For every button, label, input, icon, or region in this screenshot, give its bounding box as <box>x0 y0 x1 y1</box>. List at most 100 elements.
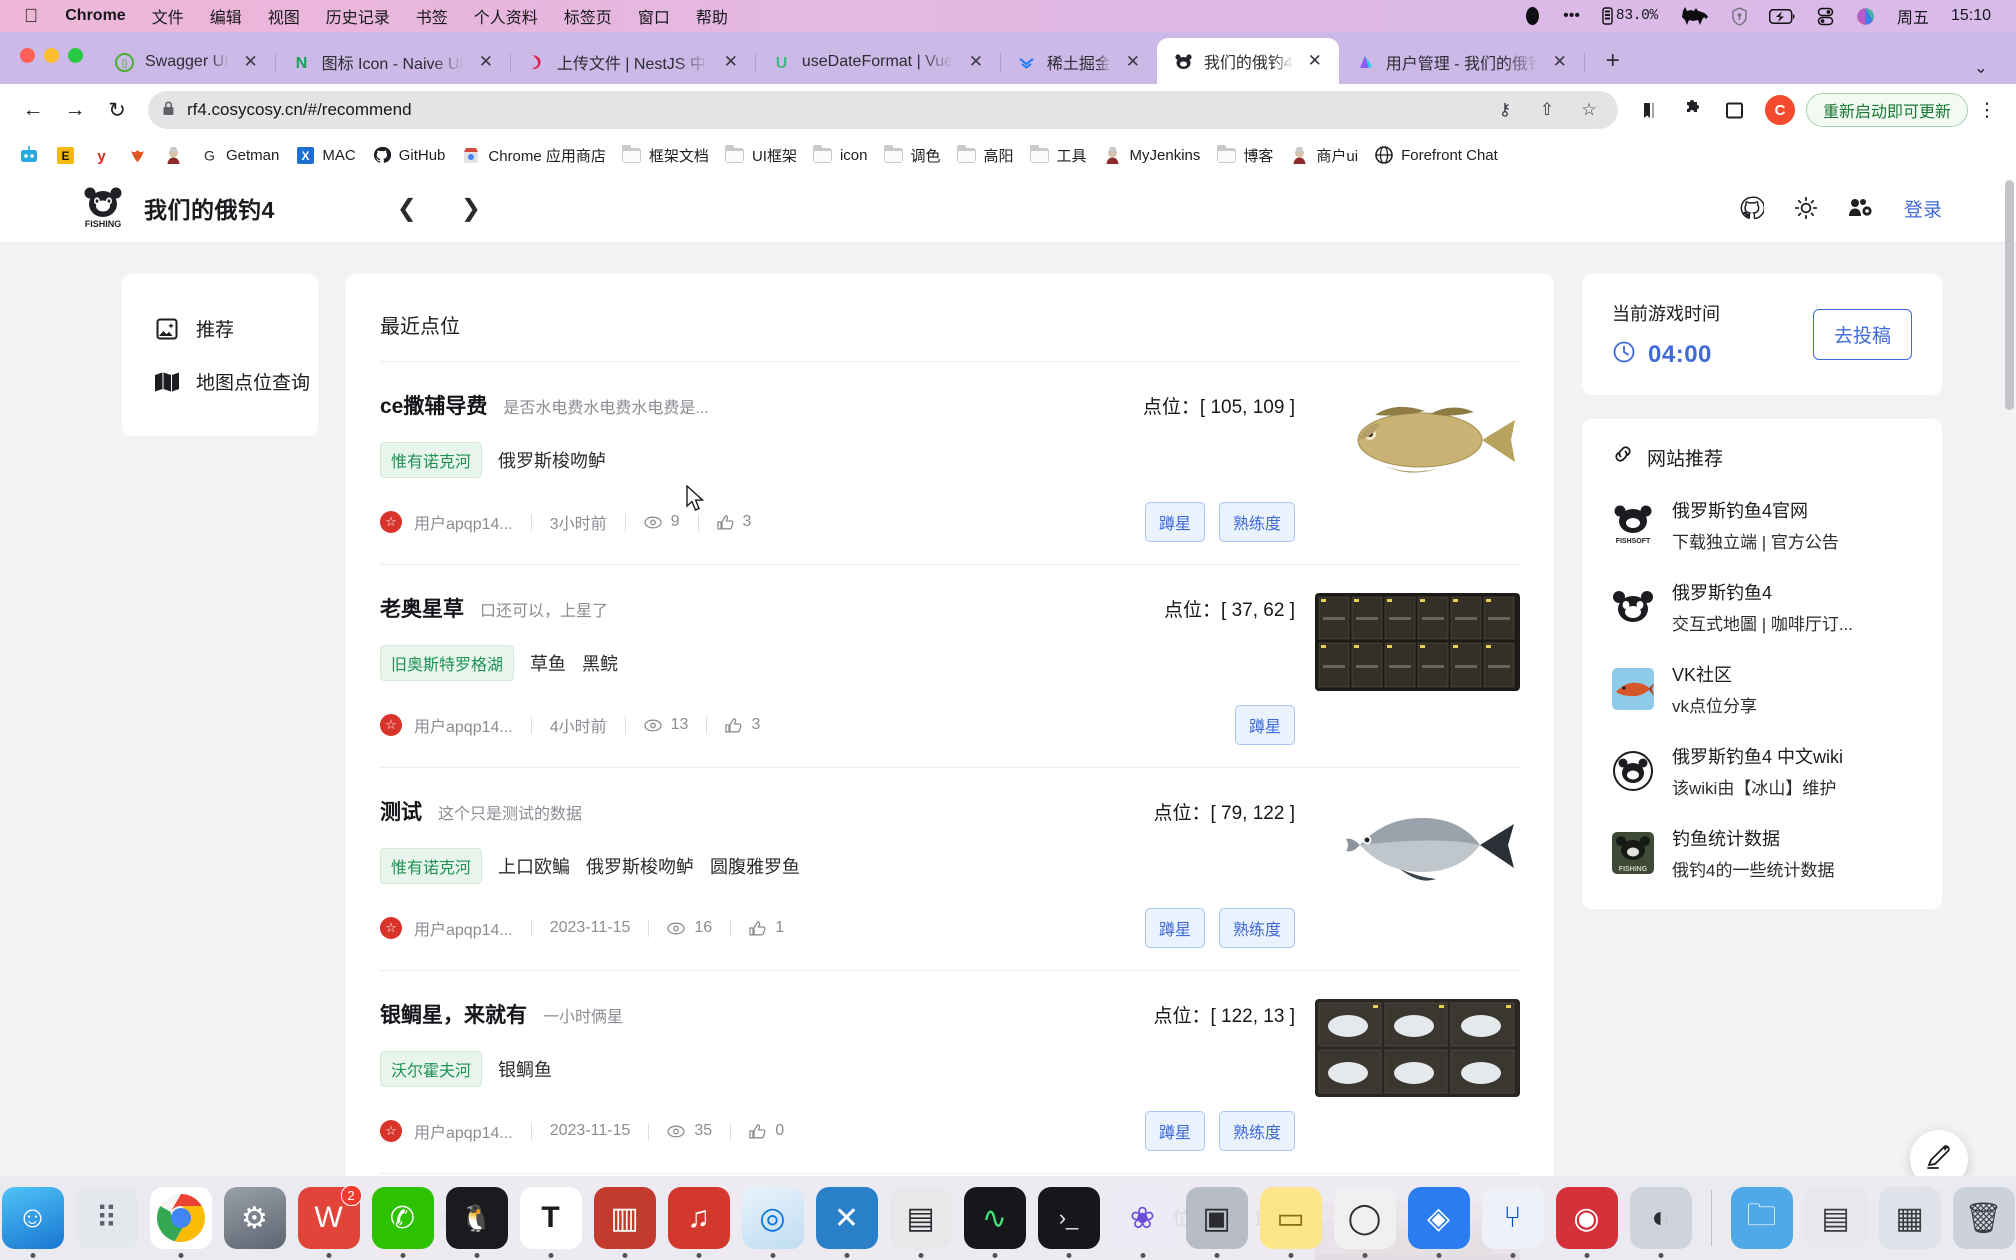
qq-icon[interactable]: 🐧 <box>445 1187 508 1258</box>
vscode-icon[interactable]: ✕ <box>815 1187 878 1258</box>
location-chip[interactable]: 沃尔霍夫河 <box>380 1051 483 1087</box>
proficiency-button[interactable]: 熟练度 <box>1218 908 1295 948</box>
notes-icon[interactable]: ▭ <box>1259 1187 1322 1258</box>
bookmark-folder-icon[interactable]: icon <box>806 141 875 169</box>
entry-title[interactable]: 测试 <box>380 796 422 826</box>
close-tab-button[interactable]: ✕ <box>719 50 743 74</box>
github-icon[interactable] <box>1740 196 1764 220</box>
tab-swagger-ui[interactable]: {} Swagger UI ✕ <box>98 40 276 84</box>
menu-bookmarks[interactable]: 书签 <box>403 4 461 28</box>
menu-file[interactable]: 文件 <box>139 4 197 28</box>
bookmark-folder-tools[interactable]: 工具 <box>1023 141 1094 170</box>
bookmark-e[interactable]: E <box>48 141 82 169</box>
new-tab-button[interactable]: + <box>1592 40 1634 82</box>
menu-tabs[interactable]: 标签页 <box>551 4 625 28</box>
tab-usedateformat-vueuse[interactable]: U useDateFormat | VueUse ✕ <box>755 40 1001 84</box>
close-tab-button[interactable]: ✕ <box>1548 50 1572 74</box>
wps-icon[interactable]: W2 <box>297 1185 362 1258</box>
menu-app-name[interactable]: Chrome <box>52 7 138 25</box>
siri-icon[interactable] <box>1845 7 1886 26</box>
entry-thumbnail[interactable] <box>1315 999 1520 1097</box>
split-view-icon[interactable] <box>1716 91 1754 129</box>
key-icon[interactable]: ⚷ <box>1490 100 1520 120</box>
cat-icon[interactable] <box>1669 6 1721 26</box>
puzzle-icon[interactable] <box>1674 91 1712 129</box>
panda-fishing-logo[interactable]: FISHING <box>82 186 124 230</box>
chevron-right-icon[interactable]: ❯ <box>461 194 481 223</box>
reading-list-icon[interactable] <box>1632 91 1670 129</box>
share-icon[interactable]: ⇧ <box>1532 100 1562 120</box>
close-tab-button[interactable]: ✕ <box>964 50 988 74</box>
bookmark-folder-frameworks[interactable]: 框架文档 <box>615 141 716 170</box>
entry-title[interactable]: ce撒辅导费 <box>380 390 487 420</box>
address-bar[interactable]: rf4.cosycosy.cn/#/recommend ⚷ ⇧ ☆ <box>148 91 1618 129</box>
location-chip[interactable]: 惟有诺克河 <box>380 442 483 478</box>
chevron-left-icon[interactable]: ❮ <box>397 194 417 223</box>
update-button[interactable]: 重新启动即可更新 <box>1805 93 1968 127</box>
proficiency-button[interactable]: 熟练度 <box>1218 1111 1295 1151</box>
menu-profile[interactable]: 个人资料 <box>461 4 551 28</box>
bookmark-jenkins1[interactable] <box>156 141 190 169</box>
launchpad-icon[interactable]: ⠿ <box>75 1187 138 1249</box>
close-window-button[interactable] <box>20 48 35 63</box>
control-center-icon[interactable] <box>1806 7 1845 26</box>
menu-history[interactable]: 历史记录 <box>313 4 403 28</box>
back-arrow-icon[interactable]: ← <box>14 91 52 129</box>
entry-title[interactable]: 老奥星草 <box>380 593 464 623</box>
clashx-icon[interactable]: ◯ <box>1333 1187 1396 1258</box>
menubar-clock[interactable]: 15:10 <box>1940 7 2002 25</box>
login-link[interactable]: 登录 <box>1904 195 1942 222</box>
safari-icon[interactable]: ◎ <box>741 1187 804 1258</box>
bookmark-folder-gaoyang[interactable]: 高阳 <box>950 141 1021 170</box>
preview-icon[interactable]: ◐ <box>1629 1187 1692 1258</box>
list-item[interactable]: 银鲷星，来就有 一小时俩星 点位：[ 122, 13 ] 沃尔霍夫河 银鲷鱼 ☆… <box>380 970 1520 1173</box>
location-chip[interactable]: 旧奥斯特罗格湖 <box>380 645 515 681</box>
bookmark-folder-palette[interactable]: 调色 <box>876 141 947 170</box>
bookmark-getman[interactable]: G Getman <box>192 141 286 169</box>
sun-icon[interactable] <box>1794 196 1818 220</box>
bookmark-folder-ui[interactable]: UI框架 <box>718 141 804 170</box>
files-icon[interactable]: 🗀 <box>1730 1187 1793 1249</box>
list-item[interactable]: 测试 这个只是测试的数据 点位：[ 79, 122 ] 惟有诺克河 上口欧鳊 俄… <box>380 767 1520 970</box>
entry-thumbnail[interactable] <box>1315 593 1520 691</box>
squat-star-button[interactable]: 蹲星 <box>1144 1111 1205 1151</box>
trash-icon[interactable]: 🗑 <box>1952 1187 2015 1249</box>
close-tab-button[interactable]: ✕ <box>1121 50 1145 74</box>
bookmark-firefox[interactable] <box>120 141 154 169</box>
entry-username[interactable]: 用户apqp14... <box>414 1119 513 1143</box>
menubar-day[interactable]: 周五 <box>1886 4 1940 28</box>
shield-icon[interactable] <box>1721 6 1758 26</box>
navicat-icon[interactable]: ▥ <box>593 1187 656 1258</box>
todesk-icon[interactable]: ◈ <box>1407 1187 1470 1258</box>
bookmark-mac[interactable]: X MAC <box>288 141 362 169</box>
proficiency-button[interactable]: 熟练度 <box>1218 502 1295 542</box>
list-item[interactable]: FISHSOFT 俄罗斯钓鱼4官网 下载独立端 | 官方公告 <box>1612 497 1912 553</box>
activity-monitor-icon[interactable]: ∿ <box>963 1187 1026 1258</box>
apifox-icon[interactable]: ❀ <box>1111 1187 1174 1258</box>
neteasemusic-icon[interactable]: ♫ <box>667 1187 730 1258</box>
submit-post-button[interactable]: 去投稿 <box>1812 309 1912 360</box>
sourcetree-icon[interactable]: ⑂ <box>1481 1187 1544 1258</box>
bookmark-bot[interactable] <box>12 141 46 169</box>
sidebar-item-recommend[interactable]: 推荐 <box>122 302 318 355</box>
page-scrollbar[interactable] <box>2005 180 2014 410</box>
battery-monitor-icon[interactable]: 83.0% <box>1591 7 1669 25</box>
close-tab-button[interactable]: ✕ <box>239 50 263 74</box>
close-tab-button[interactable]: ✕ <box>474 50 498 74</box>
entry-username[interactable]: 用户apqp14... <box>414 510 513 534</box>
parallels-icon[interactable]: ▤ <box>889 1187 952 1258</box>
list-item[interactable]: 老奥星草 口还可以，上星了 点位：[ 37, 62 ] 旧奥斯特罗格湖 草鱼 黑… <box>380 564 1520 767</box>
squat-star-button[interactable]: 蹲星 <box>1234 705 1295 745</box>
location-chip[interactable]: 惟有诺克河 <box>380 848 483 884</box>
tab-our-rf4[interactable]: 我们的俄钓4 ✕ <box>1156 38 1339 84</box>
squat-star-button[interactable]: 蹲星 <box>1144 502 1205 542</box>
list-item[interactable]: 俄罗斯钓鱼4 交互式地圖 | 咖啡厅订... <box>1612 579 1912 635</box>
chevron-down-icon[interactable]: ⌄ <box>1966 58 1996 78</box>
avatar[interactable]: C <box>1764 95 1795 125</box>
typora-icon[interactable]: T <box>519 1187 582 1258</box>
entry-username[interactable]: 用户apqp14... <box>414 916 513 940</box>
screenshot-icon[interactable]: ▣ <box>1185 1187 1248 1258</box>
menu-view[interactable]: 视图 <box>255 4 313 28</box>
battery-charging-icon[interactable] <box>1758 8 1806 24</box>
sidebar-item-map-query[interactable]: 地图点位查询 <box>122 355 318 408</box>
